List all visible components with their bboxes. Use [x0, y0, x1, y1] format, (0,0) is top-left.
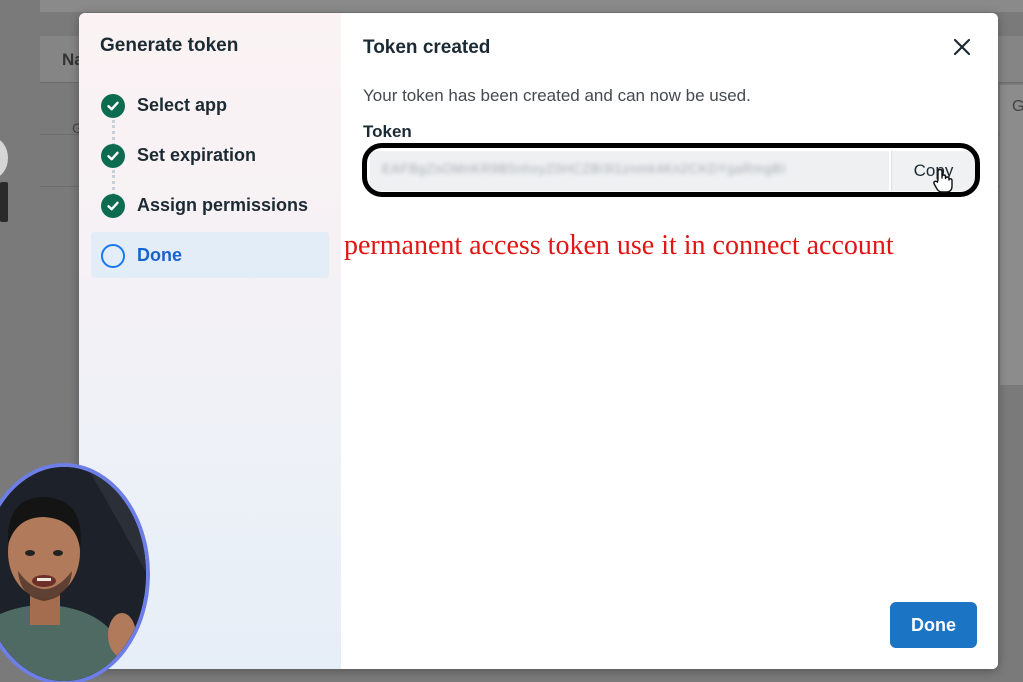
background-cell-text: G [1012, 98, 1023, 115]
check-circle-icon [101, 144, 125, 168]
step-label: Set expiration [137, 145, 257, 165]
close-button[interactable] [950, 35, 974, 59]
check-circle-icon [101, 94, 125, 118]
step-done[interactable]: Done [91, 232, 329, 278]
step-assign-permissions[interactable]: Assign permissions [91, 182, 329, 228]
dialog-description: Your token has been created and can now … [363, 86, 751, 105]
wizard-title: Generate token [100, 35, 239, 56]
background-side-panel [1000, 85, 1023, 385]
empty-circle-icon [101, 244, 125, 268]
step-label: Select app [137, 95, 228, 115]
step-label: Done [137, 245, 182, 265]
dialog-content: Token created Your token has been create… [341, 13, 998, 669]
annotation-text: permanent access token use it in connect… [344, 230, 894, 261]
step-select-app[interactable]: Select app [91, 82, 329, 128]
background-top-bar [40, 0, 1023, 12]
step-label: Assign permissions [137, 195, 309, 215]
close-icon [953, 38, 971, 56]
step-set-expiration[interactable]: Set expiration [91, 132, 329, 178]
background-edge-button [0, 182, 8, 222]
background-edge-element [0, 138, 8, 178]
done-button[interactable]: Done [890, 602, 977, 648]
check-circle-icon [101, 194, 125, 218]
generate-token-dialog: Generate token Select app Set expiration… [79, 13, 998, 669]
highlight-outline [362, 143, 980, 197]
dialog-title: Token created [363, 37, 491, 58]
hand-cursor-icon [933, 168, 953, 193]
token-label: Token [363, 122, 412, 141]
